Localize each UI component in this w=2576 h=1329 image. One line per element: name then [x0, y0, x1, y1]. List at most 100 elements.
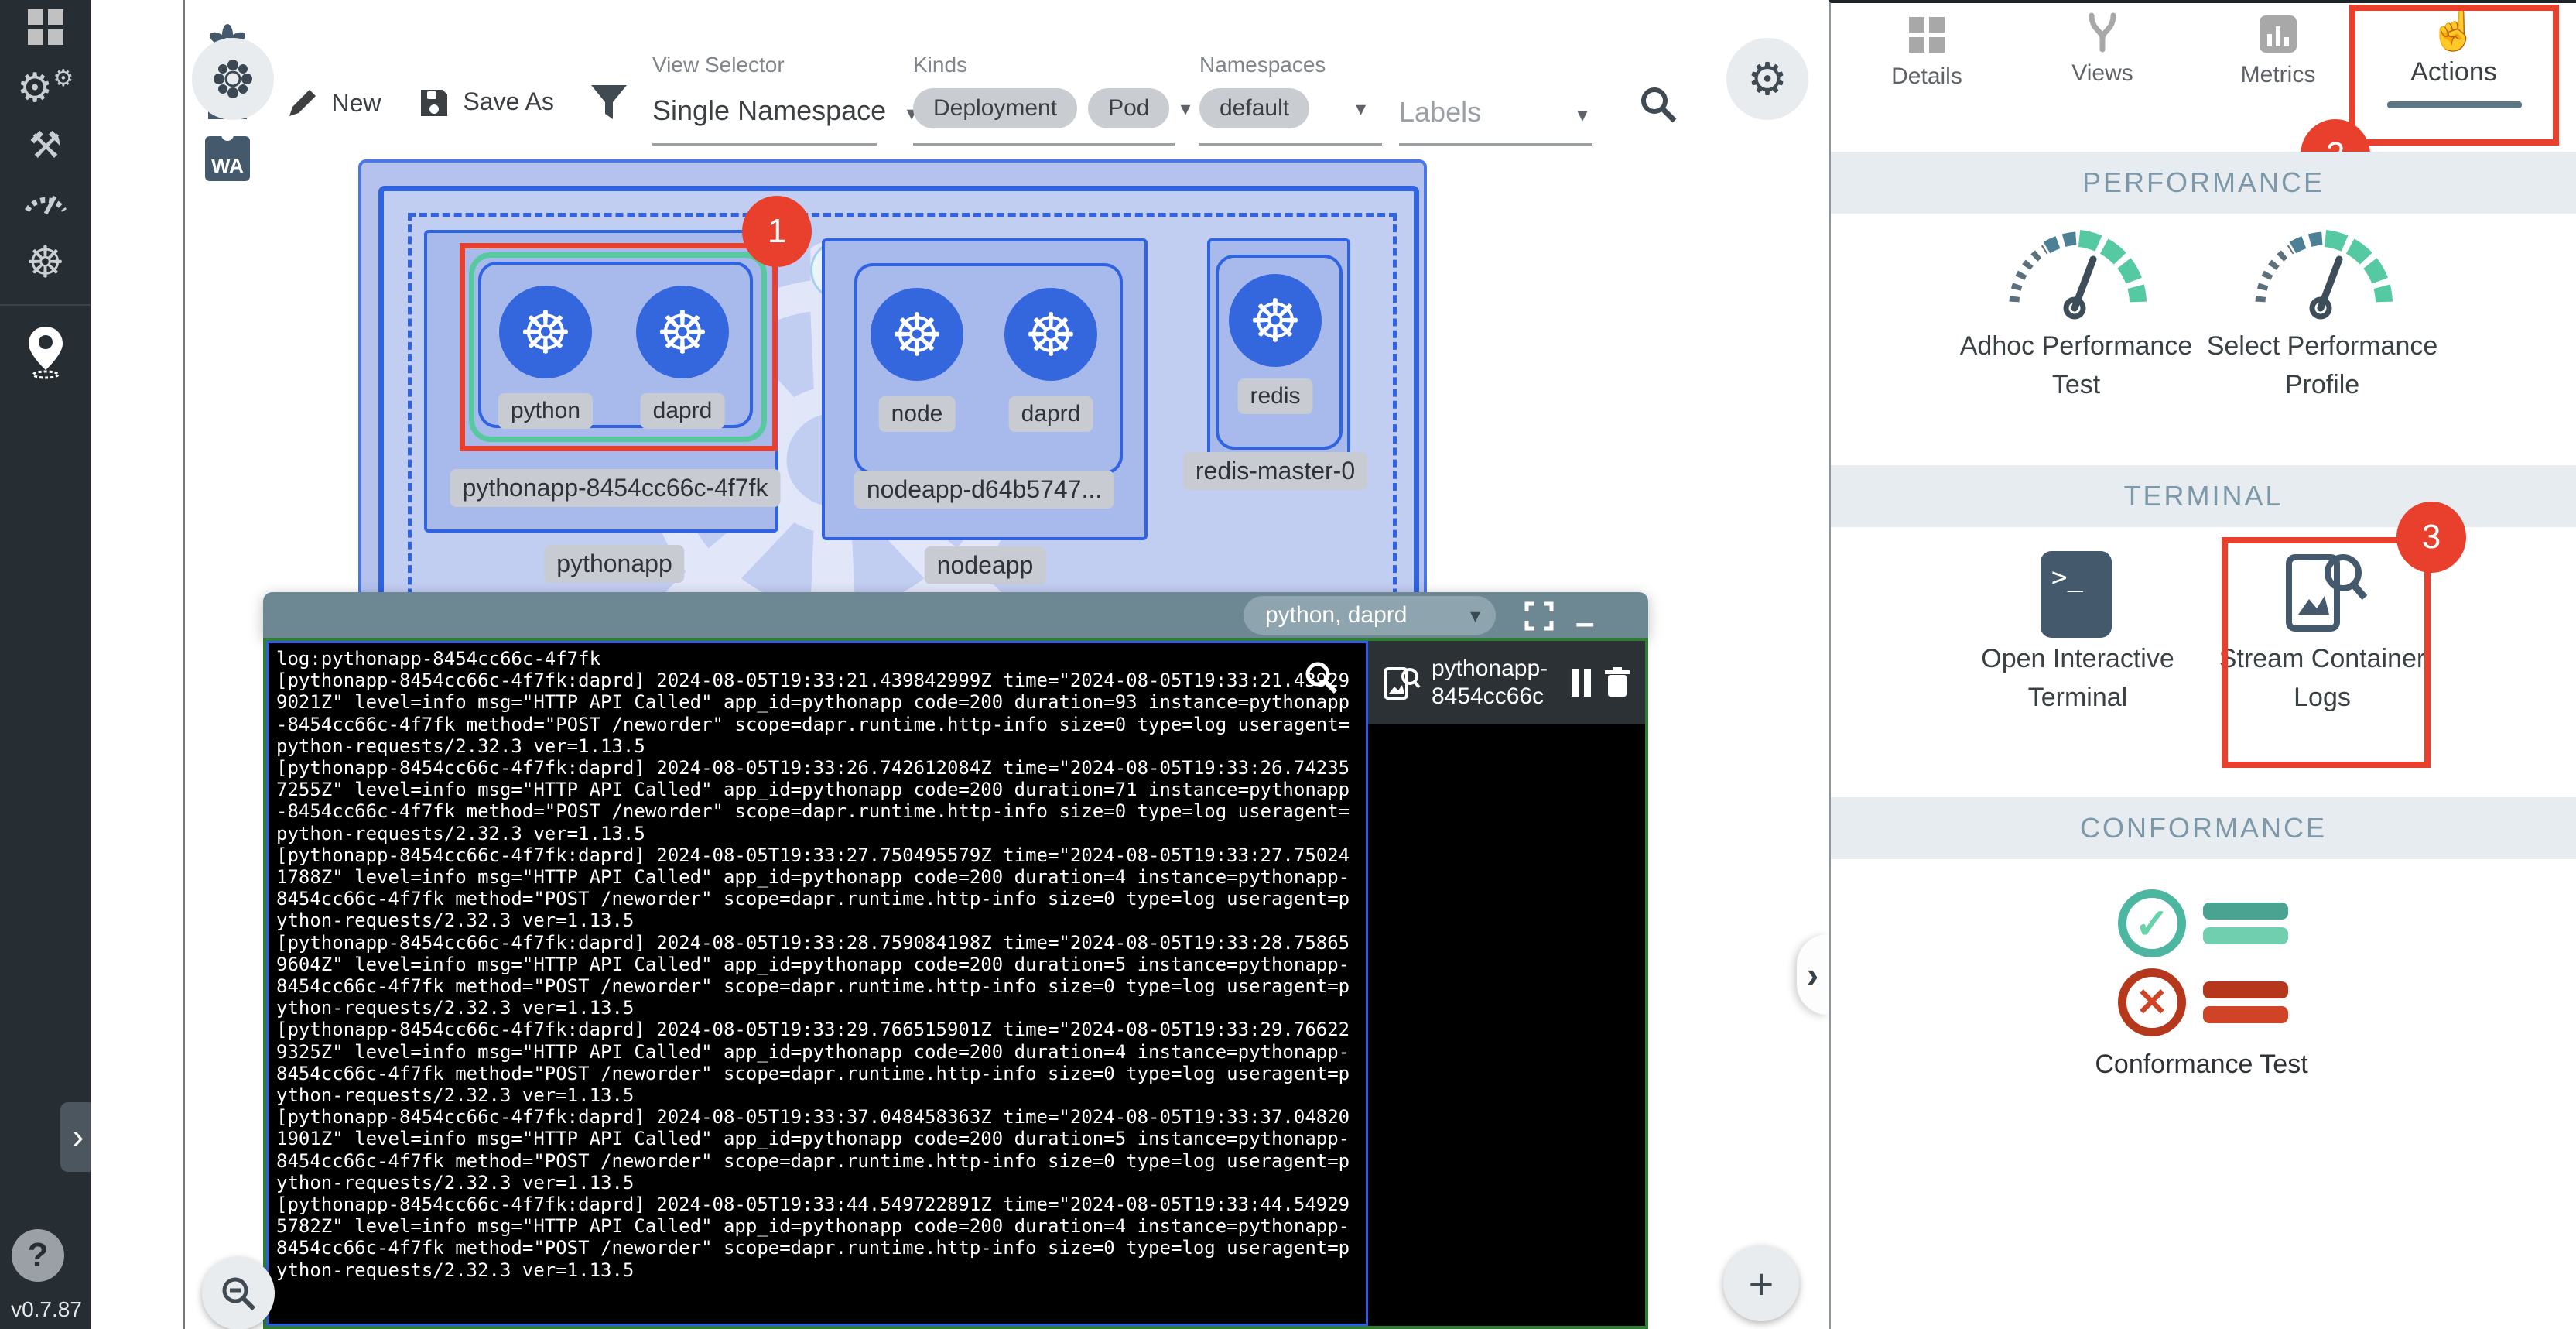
kubernetes-icon: ☸ — [519, 298, 572, 367]
zoom-out-button[interactable] — [202, 1257, 275, 1329]
left-sidebar: ⚙⚙ ⚒ ☸ › ? v0.7.87 — [0, 0, 91, 1329]
gear-icon: ⚙ — [1747, 53, 1787, 105]
settings-button[interactable]: ⚙ — [1726, 38, 1808, 120]
container-label: python — [498, 393, 593, 429]
spinner-menu-button[interactable] — [192, 38, 274, 120]
pod-name-label: pythonapp-8454cc66c-4f7fk — [450, 469, 781, 507]
gauge-icon — [2245, 224, 2400, 321]
tab-views[interactable]: Views — [2029, 12, 2176, 87]
conformance-test-action[interactable]: Conformance Test — [2095, 1050, 2307, 1080]
tab-details-label: Details — [1853, 63, 2000, 90]
namespaces-underline — [1199, 143, 1382, 146]
check-circle-icon: ✓ — [2118, 889, 2186, 957]
kubernetes-wheel-icon[interactable]: ☸ — [0, 237, 91, 288]
container-python[interactable]: ☸ — [499, 286, 592, 378]
log-entry: [pythonapp-8454cc66c-4f7fk:daprd] 2024-0… — [276, 670, 1358, 757]
fullscreen-button[interactable] — [1523, 600, 1555, 636]
conformance-pass-bar — [2203, 903, 2288, 920]
log-entry: [pythonapp-8454cc66c-4f7fk:daprd] 2024-0… — [276, 1019, 1358, 1106]
terminal-section-header: TERMINAL — [1831, 465, 2576, 527]
container-label: redis — [1237, 378, 1312, 414]
log-zoom-cursor-icon[interactable] — [1302, 658, 1340, 700]
save-as-button-label: Save As — [463, 87, 553, 115]
kubernetes-icon: ☸ — [656, 298, 709, 367]
container-daprd-node[interactable]: ☸ — [1004, 288, 1097, 381]
kinds-label: Kinds — [913, 53, 1191, 77]
container-label: daprd — [641, 393, 725, 429]
container-redis[interactable]: ☸ — [1229, 274, 1322, 367]
tab-metrics[interactable]: Metrics — [2205, 15, 2352, 88]
labels-filter[interactable]: Labels ▾ — [1399, 96, 1588, 128]
view-selector-underline — [652, 143, 877, 146]
minimize-button[interactable]: – — [1575, 604, 1594, 642]
annotation-badge-1: 1 — [742, 196, 812, 267]
save-icon — [418, 87, 450, 119]
stream-log-icon — [1380, 663, 1421, 703]
log-stream-view[interactable]: log:pythonapp-8454cc66c-4f7fk[pythonapp-… — [266, 641, 1368, 1326]
pod-name-label: redis-master-0 — [1183, 452, 1367, 490]
container-daprd-python[interactable]: ☸ — [636, 286, 729, 378]
webassembly-icon[interactable]: WA — [205, 136, 250, 181]
save-as-button[interactable]: Save As — [418, 87, 545, 125]
performance-section-header: PERFORMANCE — [1831, 152, 2576, 214]
kinds-underline — [913, 143, 1175, 146]
adhoc-performance-test-action[interactable] — [1999, 224, 2154, 325]
container-label: node — [879, 396, 956, 432]
container-select-dropdown[interactable]: python, daprd ▾ — [1244, 596, 1496, 635]
view-selector-value: Single Namespace — [652, 94, 886, 126]
namespace-chip-default[interactable]: default — [1199, 88, 1309, 128]
chevron-down-icon: ▾ — [1180, 97, 1190, 121]
view-selector[interactable]: View Selector Single Namespace ▾ — [652, 53, 917, 127]
help-button[interactable]: ? — [12, 1229, 64, 1282]
x-circle-icon: ✕ — [2118, 968, 2186, 1036]
tools-icon[interactable]: ⚒ — [0, 124, 91, 167]
stream-pod-name: pythonapp- 8454cc66c — [1432, 655, 1548, 711]
plugin-icon-column: WA › — [91, 0, 185, 1329]
performance-gauge-icon[interactable] — [0, 183, 91, 221]
conformance-fail-bar — [2203, 1006, 2288, 1023]
new-button[interactable]: New — [285, 87, 371, 127]
conformance-fail-bar — [2203, 981, 2288, 998]
chevron-down-icon: ▾ — [1356, 97, 1366, 121]
deployment-label: nodeapp — [925, 546, 1046, 584]
labels-placeholder: Labels — [1399, 96, 1481, 128]
log-title-line: log:pythonapp-8454cc66c-4f7fk — [276, 648, 1358, 670]
filter-button[interactable] — [590, 84, 628, 128]
kubernetes-icon: ☸ — [1249, 286, 1302, 355]
container-label: daprd — [1009, 396, 1093, 432]
search-button[interactable] — [1637, 84, 1679, 129]
tab-views-label: Views — [2029, 60, 2176, 87]
fullscreen-icon — [1523, 600, 1555, 632]
sidebar-divider — [0, 304, 91, 306]
details-grid-icon — [1909, 17, 1945, 53]
container-node[interactable]: ☸ — [871, 288, 963, 381]
container-select-value: python, daprd — [1265, 602, 1407, 629]
delete-stream-button[interactable] — [1602, 666, 1633, 700]
tab-details[interactable]: Details — [1853, 17, 2000, 90]
terminal-content: log:pythonapp-8454cc66c-4f7fk[pythonapp-… — [263, 638, 1648, 1329]
log-entry: [pythonapp-8454cc66c-4f7fk:daprd] 2024-0… — [276, 1194, 1358, 1281]
location-pin-icon[interactable] — [0, 325, 91, 383]
stream-list-item[interactable]: pythonapp- 8454cc66c — [1368, 641, 1645, 724]
settings-gears-icon[interactable]: ⚙⚙ — [0, 65, 91, 111]
new-button-label: New — [331, 89, 381, 117]
stream-list-strip: pythonapp- 8454cc66c — [1368, 641, 1645, 1326]
pencil-icon — [285, 87, 319, 121]
add-button[interactable]: + — [1723, 1245, 1799, 1321]
magnifier-minus-icon — [218, 1273, 258, 1314]
panel-expand-chevron[interactable]: › — [1797, 934, 1829, 1015]
select-performance-profile-action[interactable] — [2245, 224, 2400, 325]
kinds-filter[interactable]: Kinds Deployment Pod ▾ — [913, 53, 1191, 128]
deployment-label: pythonapp — [544, 545, 684, 583]
app-version: v0.7.87 — [8, 1297, 85, 1322]
open-interactive-terminal-action[interactable]: >_ — [2041, 551, 2112, 638]
pause-stream-button[interactable] — [1572, 669, 1591, 697]
pod-name-label: nodeapp-d64b5747... — [854, 471, 1114, 509]
chevron-down-icon: ▾ — [1470, 604, 1480, 628]
kind-chip-pod[interactable]: Pod — [1088, 88, 1169, 128]
namespaces-filter[interactable]: Namespaces default ▾ — [1199, 53, 1366, 128]
log-entry: [pythonapp-8454cc66c-4f7fk:daprd] 2024-0… — [276, 844, 1358, 932]
chevron-down-icon: ▾ — [1578, 103, 1588, 126]
kind-chip-deployment[interactable]: Deployment — [913, 88, 1077, 128]
dashboard-grid-icon[interactable] — [0, 9, 91, 49]
